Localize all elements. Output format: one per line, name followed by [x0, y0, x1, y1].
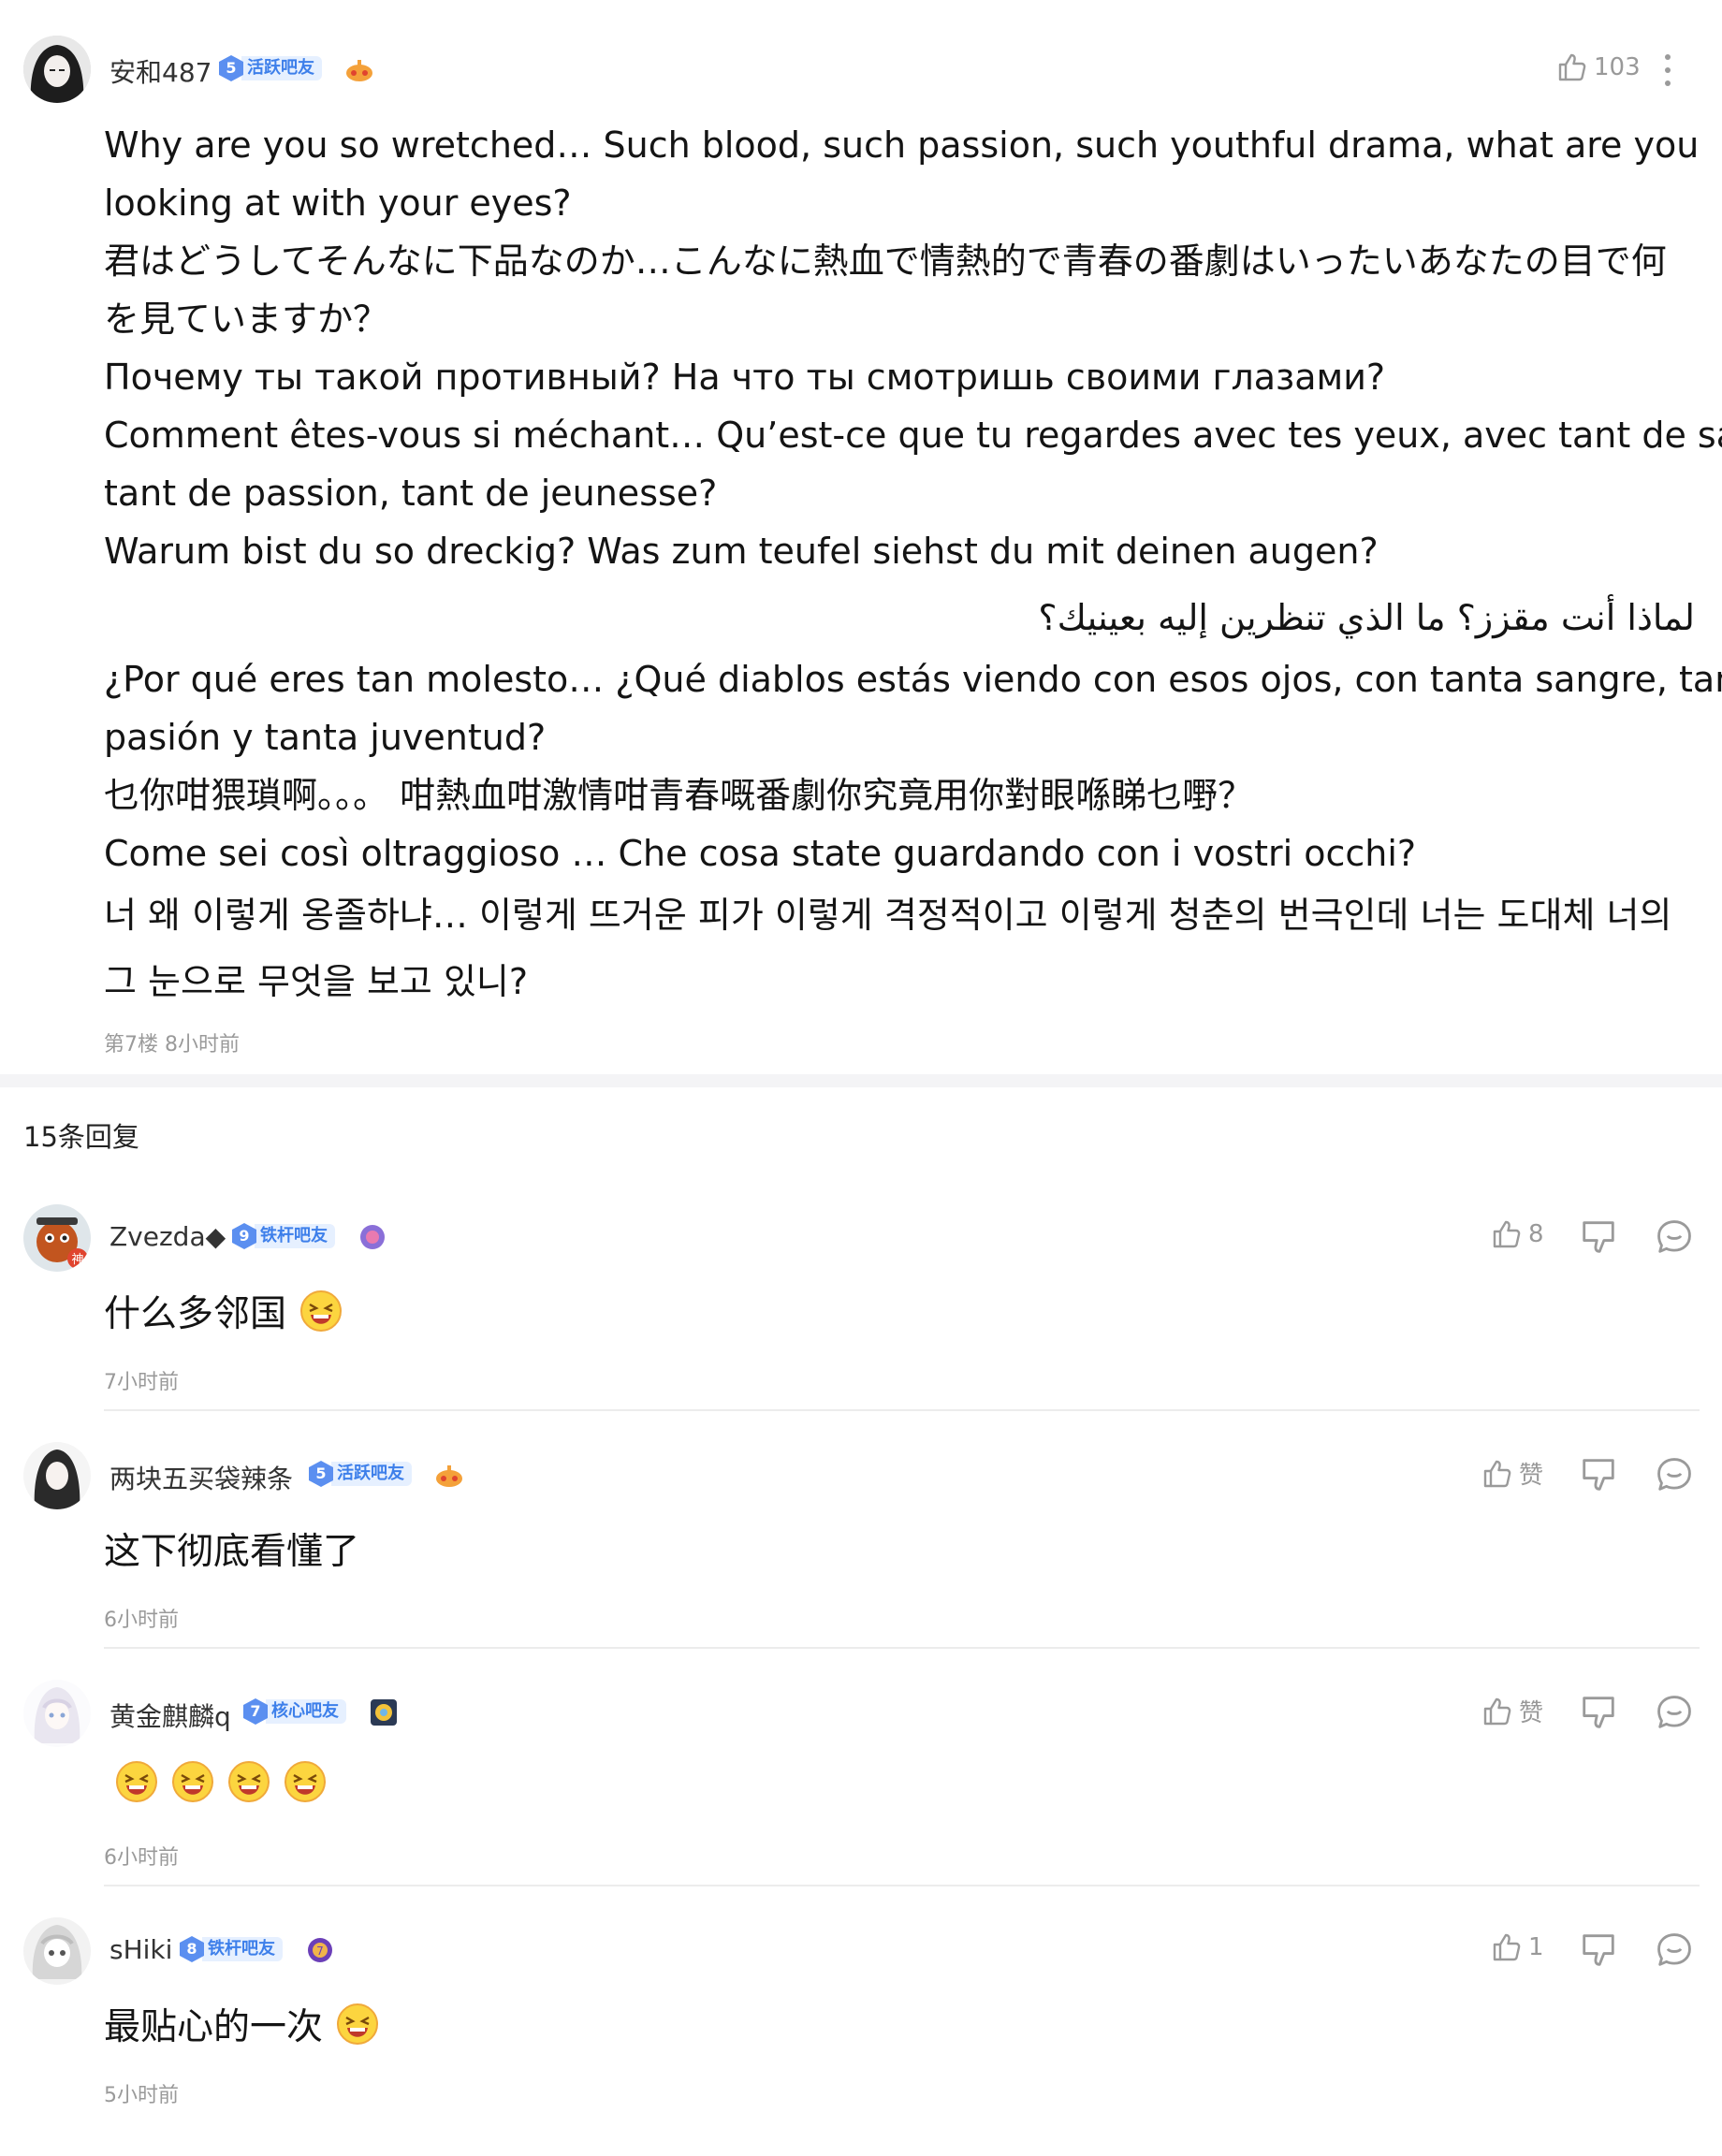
post-line: を見ていますか？ — [104, 299, 389, 340]
reply-count: 15条回复 — [23, 1121, 139, 1153]
reply-time: 7小时前 — [104, 1371, 179, 1394]
level-badge: 9 铁杆吧友 — [230, 1222, 335, 1250]
comment-icon[interactable] — [1656, 1218, 1693, 1256]
reply-item: 两块五买袋辣条 5 活跃吧友 赞 这下彻底看懂了 6小时前 — [0, 1442, 1722, 1681]
more-vertical-icon[interactable] — [1663, 51, 1672, 89]
thumb-up-icon — [1483, 1697, 1511, 1725]
like-button[interactable]: 赞 — [1481, 1456, 1543, 1491]
badge-label: 铁杆吧友 — [255, 1224, 335, 1248]
reply-text: 最贴心的一次 — [104, 1998, 379, 2050]
badge-label: 活跃吧友 — [331, 1462, 412, 1486]
post-line: Comment êtes-vous si méchant… Qu’est-ce … — [104, 415, 1722, 456]
laughing-emoji-icon — [337, 2003, 379, 2045]
post-line: looking at with your eyes? — [104, 182, 572, 224]
post-line: pasión y tanta juventud? — [104, 717, 547, 758]
thumb-down-icon[interactable] — [1580, 1694, 1617, 1731]
reply-time: 6小时前 — [104, 1846, 179, 1870]
medal-icon — [344, 54, 374, 84]
reply-time: 5小时前 — [104, 2084, 179, 2107]
reply-item: 黄金麒麟q 7 核心吧友 赞 6小时前 — [0, 1680, 1722, 1918]
reply-text: 什么多邻国 — [104, 1285, 343, 1337]
badge-label: 核心吧友 — [266, 1699, 346, 1724]
thumb-up-icon — [1493, 1220, 1521, 1248]
post-line-arabic: لماذا أنت مقزز؟ ما الذي تنظرين إليه بعين… — [1038, 597, 1695, 638]
post-line: Почему ты такой противный? На что ты смо… — [104, 357, 1386, 398]
medal-icon: 7 — [305, 1935, 335, 1965]
svg-text:7: 7 — [316, 1945, 324, 1958]
floor-time: 第7楼 8小时前 — [104, 1033, 240, 1056]
thumb-down-icon[interactable] — [1580, 1218, 1617, 1256]
reply-time: 6小时前 — [104, 1609, 179, 1632]
medal-icon — [369, 1697, 399, 1727]
username[interactable]: 黄金麒麟q — [109, 1697, 231, 1734]
badge-label: 活跃吧友 — [241, 56, 322, 80]
laughing-emoji-icon — [285, 1761, 326, 1802]
post: 安和487 5 活跃吧友 103 Why are you so wretched… — [0, 0, 1722, 1074]
comment-icon[interactable] — [1656, 1931, 1693, 1969]
post-line: tant de passion, tant de jeunesse? — [104, 473, 718, 514]
comment-icon[interactable] — [1656, 1456, 1693, 1493]
thumb-down-icon[interactable] — [1580, 1456, 1617, 1493]
post-line: Why are you so wretched… Such blood, suc… — [104, 124, 1700, 166]
laughing-emoji-icon — [116, 1761, 157, 1802]
like-button[interactable]: 赞 — [1481, 1694, 1543, 1728]
avatar[interactable]: 神 — [23, 1204, 91, 1272]
like-button[interactable]: 103 — [1556, 51, 1641, 83]
medal-icon — [358, 1222, 387, 1252]
thumb-up-icon — [1483, 1460, 1511, 1487]
avatar[interactable] — [23, 1917, 91, 1985]
post-line: 君はどうしてそんなに下品なのか…こんなに熱血で情熱的で青春の番劇はいったいあなた… — [104, 240, 1667, 282]
thumb-up-icon — [1558, 53, 1586, 81]
thumb-down-icon[interactable] — [1580, 1931, 1617, 1969]
reply-item: 神 Zvezda◆ 9 铁杆吧友 8 什么多邻国 7小时前 — [0, 1204, 1722, 1443]
avatar[interactable] — [23, 36, 91, 103]
like-label: 赞 — [1519, 1699, 1544, 1727]
section-divider — [0, 1074, 1722, 1087]
laughing-emoji-icon — [228, 1761, 270, 1802]
medal-icon — [434, 1460, 464, 1490]
laughing-emoji-icon — [300, 1290, 343, 1332]
like-button[interactable]: 8 — [1491, 1218, 1544, 1250]
thumb-up-icon — [1493, 1933, 1521, 1961]
divider — [104, 1409, 1700, 1411]
laughing-emoji-icon — [172, 1761, 213, 1802]
post-line: Come sei così oltraggioso … Che cosa sta… — [104, 833, 1417, 874]
divider — [104, 1885, 1700, 1886]
like-count: 8 — [1528, 1220, 1544, 1248]
post-line-korean: 너 왜 이렇게 옹졸하냐… 이렇게 뜨거운 피가 이렇게 격정적이고 이렇게 청… — [104, 895, 1672, 936]
like-count: 103 — [1594, 53, 1641, 81]
post-body: Why are you so wretched… Such blood, suc… — [104, 116, 1722, 1015]
username[interactable]: Zvezda◆ — [109, 1221, 226, 1252]
username[interactable]: 两块五买袋辣条 — [109, 1459, 293, 1496]
post-line: 乜你咁猥瑣啊。。。 咁熱血咁激情咁青春嘅番劇你究竟用你對眼喺睇乜嘢？ — [104, 775, 1254, 816]
level-badge: 8 铁杆吧友 — [178, 1935, 283, 1963]
username[interactable]: sHiki — [109, 1934, 172, 1965]
like-label: 赞 — [1519, 1462, 1544, 1490]
like-count: 1 — [1528, 1933, 1544, 1961]
badge-label: 铁杆吧友 — [202, 1937, 283, 1961]
post-line: ¿Por qué eres tan molesto… ¿Qué diablos … — [104, 659, 1722, 700]
reply-text — [104, 1760, 327, 1803]
post-line-korean: 그 눈으로 무엇을 보고 있니? — [104, 961, 529, 1002]
reply-text: 这下彻底看懂了 — [104, 1531, 360, 1573]
svg-text:神: 神 — [71, 1253, 83, 1267]
comment-icon[interactable] — [1656, 1694, 1693, 1731]
divider — [104, 1647, 1700, 1649]
avatar[interactable] — [23, 1680, 91, 1747]
like-button[interactable]: 1 — [1491, 1931, 1544, 1963]
avatar[interactable] — [23, 1442, 91, 1509]
post-line: Warum bist du so dreckig? Was zum teufel… — [104, 531, 1379, 572]
level-badge: 5 活跃吧友 — [307, 1460, 412, 1488]
level-badge: 7 核心吧友 — [241, 1697, 346, 1726]
level-badge: 5 活跃吧友 — [217, 54, 322, 82]
username[interactable]: 安和487 — [109, 52, 212, 90]
